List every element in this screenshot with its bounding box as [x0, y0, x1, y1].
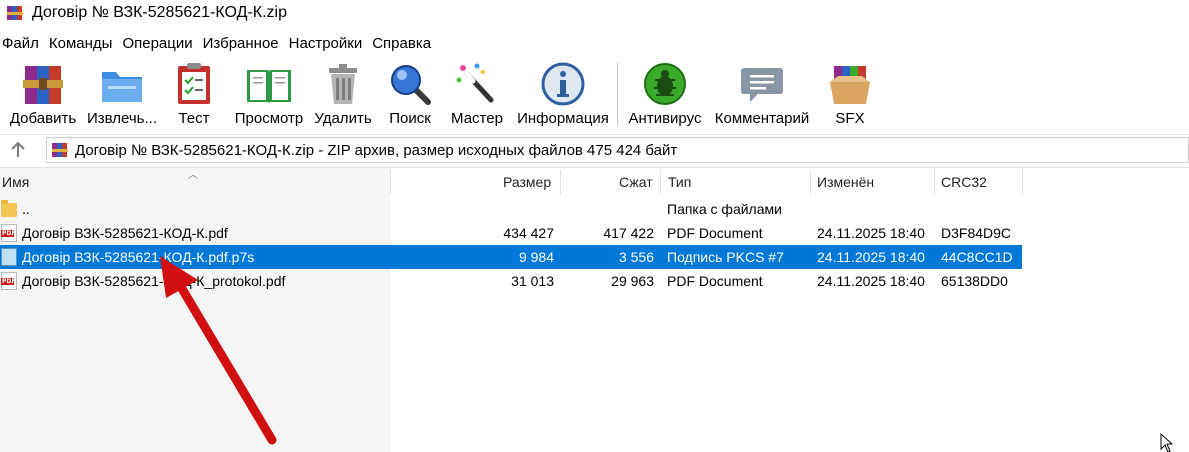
folder-icon — [1, 200, 17, 217]
add-button[interactable]: Добавить — [9, 60, 77, 130]
menu-commands[interactable]: Команды — [46, 34, 120, 54]
antivirus-button-label: Антивирус — [628, 110, 702, 127]
antivirus-icon — [641, 60, 689, 108]
view-button[interactable]: Просмотр — [232, 60, 306, 130]
delete-button[interactable]: Удалить — [313, 60, 373, 130]
file-size: 434 427 — [503, 225, 554, 241]
file-row[interactable]: PDF Договір ВЗК-5285621-КОД-К_protokol.p… — [0, 269, 1022, 293]
pdf-icon: PDF — [1, 224, 17, 242]
address-text: Договір № ВЗК-5285621-КОД-К.zip - ZIP ар… — [75, 141, 678, 159]
file-crc: 65138DD0 — [941, 273, 1008, 289]
file-size: 9 984 — [518, 249, 554, 265]
file-row[interactable]: PDF Договір ВЗК-5285621-КОД-К.pdf 434 42… — [0, 221, 1022, 245]
file-size: 31 013 — [511, 273, 554, 289]
file-crc: 44C8CC1D — [941, 249, 1013, 265]
column-type[interactable]: Тип — [668, 168, 691, 196]
archive-icon — [51, 141, 69, 159]
extract-icon — [98, 60, 146, 108]
comment-button-label: Комментарий — [714, 110, 810, 127]
toolbar-separator — [617, 62, 618, 126]
mouse-cursor-icon — [1160, 433, 1174, 452]
extract-button[interactable]: Извлечь... — [86, 60, 158, 130]
file-packed: 417 422 — [603, 225, 654, 241]
winrar-icon — [6, 4, 24, 22]
file-row-parent[interactable]: .. Папка с файлами — [0, 197, 1022, 221]
toolbar: Добавить Извлечь... Тест Просмотр Удалит… — [0, 56, 1189, 130]
comment-button[interactable]: Комментарий — [712, 60, 812, 130]
info-button[interactable]: Информация — [515, 60, 611, 130]
info-button-label: Информация — [517, 110, 609, 127]
search-button-label: Поиск — [389, 110, 431, 127]
menu-help[interactable]: Справка — [369, 34, 438, 54]
column-name[interactable]: Имя — [2, 168, 29, 196]
sfx-button[interactable]: SFX — [826, 60, 874, 130]
title-bar: Договір № ВЗК-5285621-КОД-К.zip — [0, 0, 1189, 26]
sort-ascending-icon: ︿ — [188, 170, 198, 181]
file-type: PDF Document — [667, 225, 763, 241]
sfx-button-label: SFX — [835, 110, 865, 127]
address-field[interactable]: Договір № ВЗК-5285621-КОД-К.zip - ZIP ар… — [46, 137, 1189, 163]
delete-icon — [319, 60, 367, 108]
file-name: .. — [22, 201, 30, 217]
test-button[interactable]: Тест — [170, 60, 218, 130]
address-bar: Договір № ВЗК-5285621-КОД-К.zip - ZIP ар… — [0, 134, 1189, 164]
file-name: Договір ВЗК-5285621-КОД-К.pdf — [22, 225, 228, 241]
wizard-button-label: Мастер — [451, 110, 503, 127]
pdf-icon: PDF — [1, 272, 17, 290]
search-icon — [386, 60, 434, 108]
column-size[interactable]: Размер — [503, 168, 551, 196]
sfx-icon — [826, 60, 874, 108]
file-name: Договір ВЗК-5285621-КОД-К.pdf.p7s — [22, 249, 255, 265]
p7s-file-icon — [1, 248, 17, 266]
window-title: Договір № ВЗК-5285621-КОД-К.zip — [32, 4, 287, 21]
delete-button-label: Удалить — [314, 110, 372, 127]
file-modified: 24.11.2025 18:40 — [817, 273, 925, 289]
menu-settings[interactable]: Настройки — [286, 34, 370, 54]
file-packed: 3 556 — [618, 249, 654, 265]
file-crc: D3F84D9C — [941, 225, 1012, 241]
file-row-selected[interactable]: Договір ВЗК-5285621-КОД-К.pdf.p7s 9 984 … — [0, 245, 1022, 269]
menu-file[interactable]: Файл — [0, 34, 46, 54]
info-icon — [539, 60, 587, 108]
column-crc[interactable]: CRC32 — [941, 168, 987, 196]
extract-button-label: Извлечь... — [86, 110, 157, 127]
file-name: Договір ВЗК-5285621-КОД-К_protokol.pdf — [22, 273, 286, 289]
comment-icon — [738, 60, 786, 108]
wizard-button[interactable]: Мастер — [448, 60, 506, 130]
wizard-icon — [453, 60, 501, 108]
file-type: Подпись PKCS #7 — [667, 249, 784, 265]
search-button[interactable]: Поиск — [384, 60, 436, 130]
column-modified[interactable]: Изменён — [817, 168, 874, 196]
file-list: ︿ Имя Размер Сжат Тип Изменён CRC32 .. П… — [0, 167, 1189, 452]
add-button-label: Добавить — [9, 110, 77, 127]
file-modified: 24.11.2025 18:40 — [817, 225, 925, 241]
column-packed[interactable]: Сжат — [619, 168, 653, 196]
file-type: Папка с файлами — [667, 201, 782, 217]
view-button-label: Просмотр — [234, 110, 304, 127]
antivirus-button[interactable]: Антивирус — [626, 60, 704, 130]
view-icon — [245, 60, 293, 108]
add-archive-icon — [19, 60, 67, 108]
file-modified: 24.11.2025 18:40 — [817, 249, 925, 265]
test-button-label: Тест — [178, 110, 210, 127]
file-type: PDF Document — [667, 273, 763, 289]
menu-operations[interactable]: Операции — [119, 34, 199, 54]
test-icon — [170, 60, 218, 108]
menu-favorites[interactable]: Избранное — [200, 34, 286, 54]
file-packed: 29 963 — [611, 273, 654, 289]
list-header: ︿ Имя Размер Сжат Тип Изменён CRC32 — [0, 168, 1189, 196]
menu-bar: Файл Команды Операции Избранное Настройк… — [0, 33, 438, 55]
up-arrow-icon[interactable] — [6, 139, 30, 161]
